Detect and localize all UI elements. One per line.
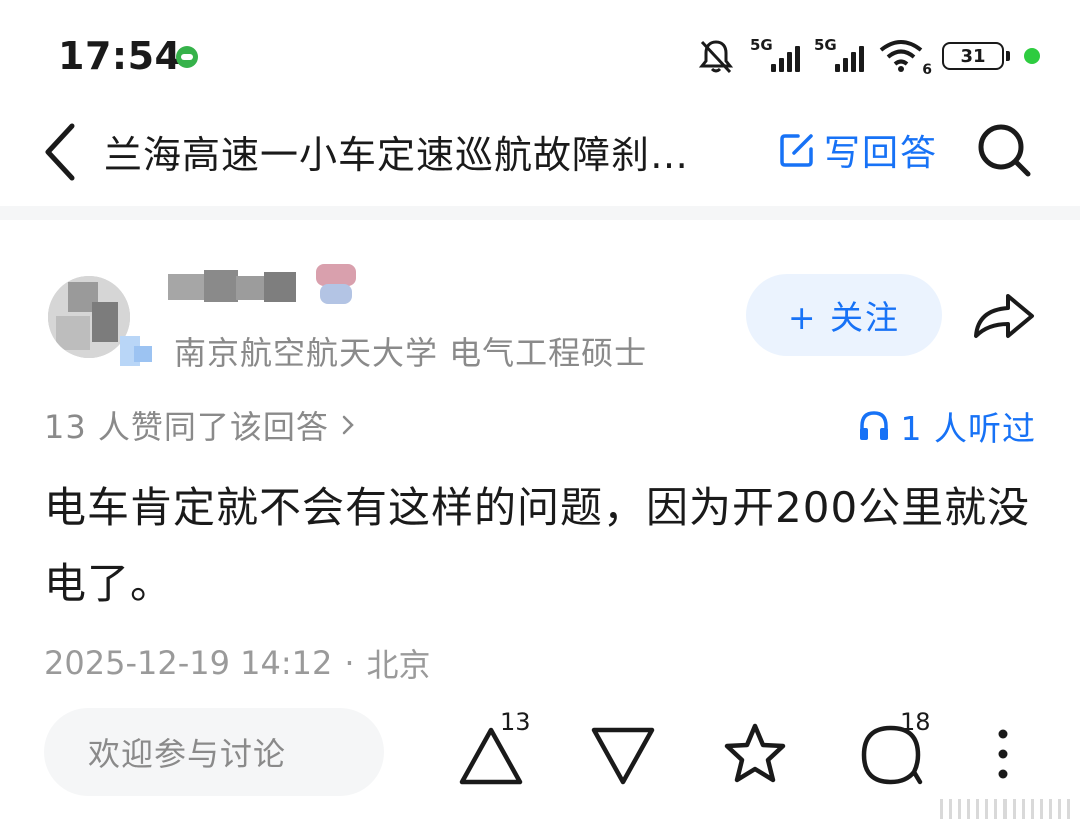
upvote-count: 13 bbox=[500, 708, 531, 736]
verified-icon bbox=[112, 336, 154, 370]
chevron-right-icon bbox=[342, 415, 354, 435]
wifi-sub-label: 6 bbox=[922, 62, 932, 78]
downvote-button[interactable] bbox=[588, 714, 668, 794]
app-notification-icon bbox=[176, 46, 198, 68]
comment-count: 18 bbox=[900, 708, 931, 736]
more-button[interactable] bbox=[978, 714, 1028, 794]
downvote-icon bbox=[591, 727, 655, 785]
network-label-1: 5G bbox=[750, 36, 773, 54]
listen-count-button[interactable]: 1 人听过 bbox=[857, 402, 1037, 450]
comment-input[interactable]: 欢迎参与讨论 bbox=[44, 708, 384, 796]
battery-icon: 31 bbox=[942, 42, 1010, 70]
mute-bell-icon bbox=[698, 40, 734, 74]
clock: 17:54 bbox=[58, 34, 182, 78]
charging-dot-icon bbox=[1024, 48, 1040, 64]
write-answer-button[interactable]: 写回答 bbox=[778, 124, 938, 176]
upvote-summary-link[interactable]: 13 人赞同了该回答 bbox=[44, 402, 355, 448]
upvote-summary-text: 13 人赞同了该回答 bbox=[44, 408, 329, 446]
page-title[interactable]: 兰海高速一小车定速巡航故障刹… bbox=[104, 124, 724, 179]
listen-count-text: 1 人听过 bbox=[900, 409, 1036, 448]
network-label-2: 5G bbox=[814, 36, 837, 54]
signal-icon-1: 5G bbox=[750, 36, 800, 74]
status-icons: 5G 5G 6 31 bbox=[696, 36, 1040, 78]
comment-button[interactable]: 18 bbox=[856, 708, 936, 794]
wifi-icon: 6 bbox=[878, 38, 932, 78]
status-bar: 17:54 5G 5G 6 31 bbox=[0, 0, 1080, 110]
header: 兰海高速一小车定速巡航故障刹… 写回答 bbox=[0, 110, 1080, 206]
answer-date: 2025-12-19 14:12 bbox=[44, 644, 333, 682]
author-credential: 南京航空航天大学 电气工程硕士 bbox=[174, 334, 648, 372]
edit-icon bbox=[780, 134, 813, 167]
write-answer-label: 写回答 bbox=[824, 133, 939, 174]
headphones-icon bbox=[859, 411, 888, 440]
section-divider bbox=[0, 206, 1080, 220]
back-arrow-icon[interactable] bbox=[38, 118, 88, 182]
username-blurred[interactable] bbox=[168, 266, 298, 306]
search-icon[interactable] bbox=[974, 120, 1034, 180]
upvote-button[interactable]: 13 bbox=[456, 708, 536, 794]
favorite-button[interactable] bbox=[720, 714, 800, 794]
user-badge-icon bbox=[312, 262, 360, 308]
signal-icon-2: 5G bbox=[814, 36, 864, 74]
answer-meta: 2025-12-19 14:12 · 北京 bbox=[44, 640, 431, 686]
favorite-star-icon bbox=[724, 723, 786, 783]
share-icon[interactable] bbox=[968, 288, 1038, 344]
answer-content: 电车肯定就不会有这样的问题，因为开200公里就没电了。 bbox=[44, 483, 1031, 608]
follow-button[interactable]: + 关注 bbox=[746, 274, 942, 356]
battery-level: 31 bbox=[960, 45, 986, 67]
gesture-bar bbox=[940, 796, 1070, 822]
meta-separator: · bbox=[344, 644, 355, 682]
answer-location: 北京 bbox=[366, 646, 431, 684]
more-icon bbox=[998, 729, 1008, 779]
